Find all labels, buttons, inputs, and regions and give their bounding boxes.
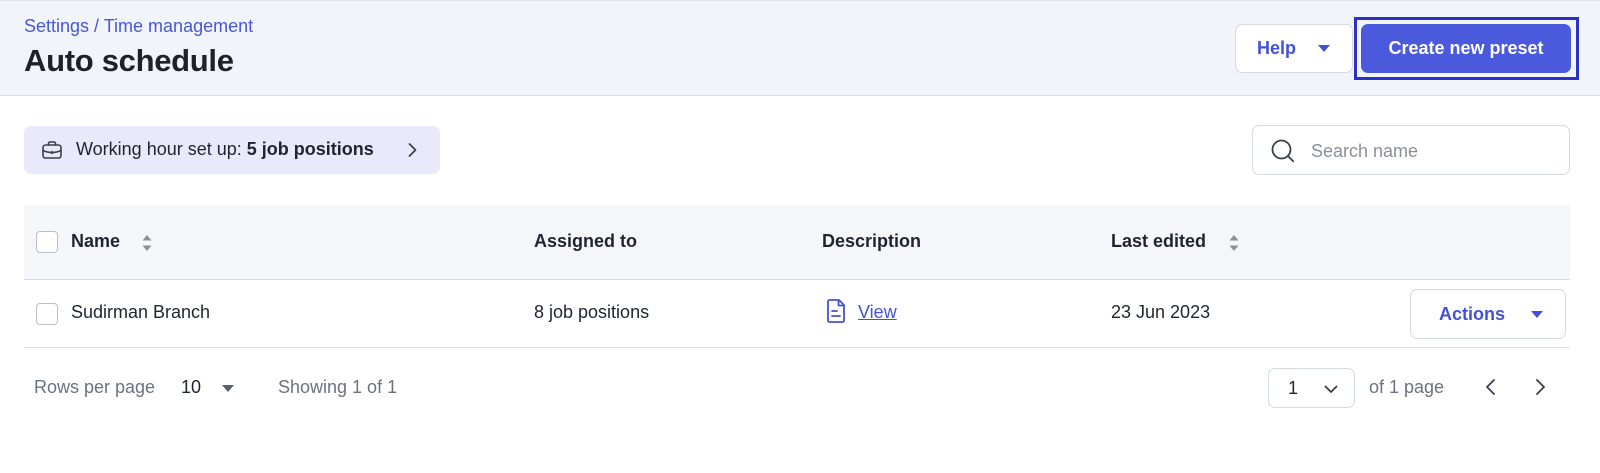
row-last-edited: 23 Jun 2023 xyxy=(1111,302,1211,322)
page-number-select[interactable]: 1 xyxy=(1268,368,1355,408)
select-all-checkbox[interactable] xyxy=(36,231,58,253)
showing-count: Showing 1 of 1 xyxy=(278,377,398,397)
chevron-down-icon xyxy=(1324,385,1338,393)
previous-page-icon[interactable] xyxy=(1479,375,1503,399)
working-hour-prefix: Working hour set up: xyxy=(76,139,247,159)
row-checkbox[interactable] xyxy=(36,303,58,325)
row-assigned-to: 8 job positions xyxy=(534,302,650,322)
sort-icon[interactable] xyxy=(1228,233,1240,253)
sort-icon[interactable] xyxy=(141,233,153,253)
breadcrumb[interactable]: Settings / Time management xyxy=(24,16,253,37)
column-header-description: Description xyxy=(822,231,922,251)
help-button[interactable]: Help xyxy=(1235,24,1353,73)
working-hour-setup-chip[interactable]: Working hour set up: 5 job positions xyxy=(24,126,440,174)
rows-per-page-select[interactable]: 10 xyxy=(181,377,201,398)
search-box[interactable] xyxy=(1252,125,1570,175)
actions-button[interactable]: Actions xyxy=(1410,289,1566,339)
row-name: Sudirman Branch xyxy=(71,302,211,322)
rows-per-page-label: Rows per page xyxy=(34,377,156,397)
create-new-preset-button[interactable]: Create new preset xyxy=(1361,24,1571,73)
description-view-link[interactable]: View xyxy=(858,302,897,323)
table-row: Sudirman Branch 8 job positions View 23 … xyxy=(24,280,1570,348)
search-input[interactable] xyxy=(1311,138,1551,164)
working-hour-text: Working hour set up: 5 job positions xyxy=(76,139,374,160)
page-title: Auto schedule xyxy=(24,43,234,78)
page-total: of 1 page xyxy=(1369,377,1445,397)
column-header-assigned-to: Assigned to xyxy=(534,231,638,251)
search-icon xyxy=(1271,139,1295,163)
current-page-value: 1 xyxy=(1288,378,1299,398)
table-header: Name Assigned to Description Last edited xyxy=(24,205,1570,280)
caret-down-icon[interactable] xyxy=(222,385,234,392)
working-hour-value: 5 job positions xyxy=(246,139,374,159)
document-icon xyxy=(827,299,845,323)
caret-down-icon xyxy=(1531,311,1543,318)
briefcase-icon xyxy=(42,141,62,159)
help-button-label: Help xyxy=(1257,38,1297,58)
next-page-icon[interactable] xyxy=(1528,375,1552,399)
chevron-right-icon xyxy=(408,143,417,157)
column-header-name[interactable]: Name xyxy=(71,231,120,252)
page-header: Settings / Time management Auto schedule… xyxy=(0,0,1600,96)
caret-down-icon xyxy=(1318,45,1330,52)
actions-button-label: Actions xyxy=(1439,304,1506,324)
column-header-last-edited[interactable]: Last edited xyxy=(1111,231,1206,252)
